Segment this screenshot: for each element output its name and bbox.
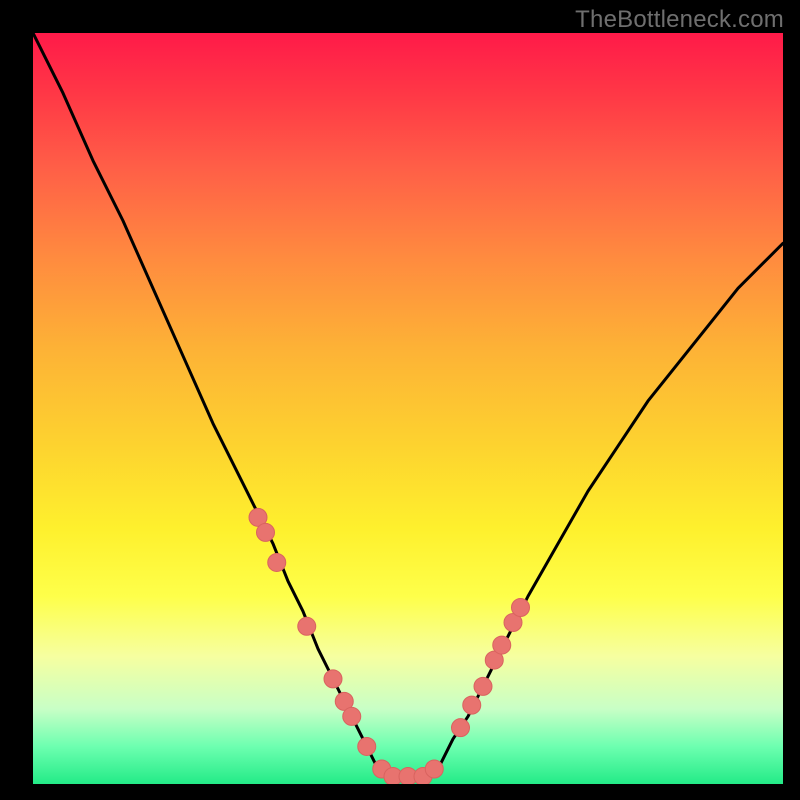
series-group	[33, 33, 783, 776]
marker-point	[268, 553, 286, 571]
marker-point	[463, 696, 481, 714]
marker-point	[343, 707, 361, 725]
watermark-text: TheBottleneck.com	[575, 6, 784, 34]
series-left-curve	[33, 33, 378, 769]
marker-point	[512, 599, 530, 617]
marker-point	[257, 523, 275, 541]
marker-point	[493, 636, 511, 654]
marker-point	[425, 760, 443, 778]
plot-area	[33, 33, 783, 784]
marker-point	[452, 719, 470, 737]
marker-point	[324, 670, 342, 688]
marker-point	[298, 617, 316, 635]
marker-point	[474, 677, 492, 695]
chart-stage: TheBottleneck.com	[0, 0, 800, 800]
marker-point	[358, 737, 376, 755]
chart-svg	[33, 33, 783, 784]
markers-group	[249, 508, 530, 784]
